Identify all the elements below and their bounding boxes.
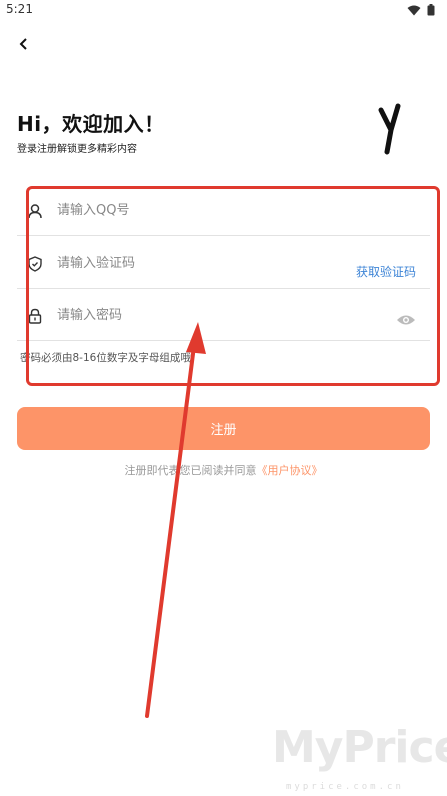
password-row xyxy=(17,289,430,341)
get-code-button[interactable]: 获取验证码 xyxy=(356,263,416,280)
lock-icon xyxy=(28,308,42,324)
watermark: MyPrice myprice.com.cn xyxy=(272,722,447,796)
status-icons xyxy=(407,4,435,16)
qq-input[interactable] xyxy=(57,196,317,224)
code-input[interactable] xyxy=(57,249,317,277)
chevron-left-icon xyxy=(19,38,27,50)
back-button[interactable] xyxy=(12,32,36,56)
page-subtitle: 登录注册解锁更多精彩内容 xyxy=(17,144,137,155)
watermark-title: MyPrice xyxy=(272,722,447,773)
user-icon xyxy=(28,204,42,219)
status-time: 5:21 xyxy=(6,2,33,16)
password-input[interactable] xyxy=(57,301,317,329)
register-button[interactable]: 注册 xyxy=(17,407,430,450)
qq-row xyxy=(17,184,430,236)
eye-icon[interactable] xyxy=(396,313,416,327)
agreement-text: 注册即代表您已阅读并同意《用户协议》 xyxy=(0,462,447,478)
password-hint: 密码必须由8-16位数字及字母组成哦 xyxy=(20,352,191,364)
brand-logo xyxy=(378,103,401,155)
watermark-url: myprice.com.cn xyxy=(286,782,404,792)
shield-icon xyxy=(28,256,42,272)
agreement-prefix: 注册即代表您已阅读并同意 xyxy=(124,464,257,477)
wifi-icon xyxy=(407,5,421,15)
user-agreement-link[interactable]: 《用户协议》 xyxy=(257,464,323,477)
status-bar: 5:21 xyxy=(0,0,447,20)
page-title: Hi，欢迎加入！ xyxy=(17,112,165,136)
code-row: 获取验证码 xyxy=(17,237,430,289)
battery-icon xyxy=(427,4,435,16)
